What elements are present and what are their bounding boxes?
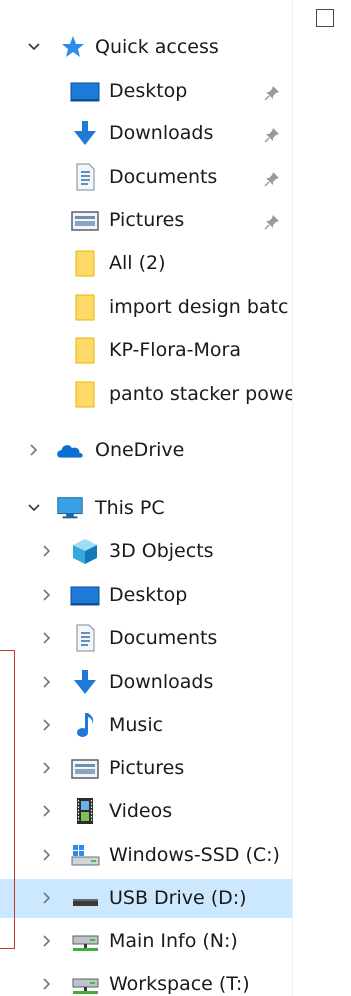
windows-drive-icon: [70, 841, 100, 869]
quick-access-item-desktop[interactable]: Desktop: [0, 72, 292, 111]
tree-item-label: Videos: [109, 800, 173, 822]
tree-item-label: Main Info (N:): [109, 930, 238, 952]
tree-item-label: This PC: [95, 497, 165, 519]
desktop-icon: [70, 582, 100, 610]
quick-access-item-folder[interactable]: panto stacker powe: [0, 375, 292, 414]
pin-icon[interactable]: [264, 84, 280, 101]
tree-item-label: USB Drive (D:): [109, 887, 247, 909]
tree-item-label: Desktop: [109, 584, 188, 606]
network-drive-icon: [70, 970, 100, 996]
tree-item-onedrive[interactable]: OneDrive: [0, 431, 292, 470]
chevron-right-icon[interactable]: [40, 934, 54, 948]
chevron-right-icon[interactable]: [27, 443, 41, 457]
chevron-right-icon[interactable]: [40, 544, 54, 558]
this-pc-item-videos[interactable]: Videos: [0, 792, 292, 831]
folder-icon: [70, 380, 100, 408]
tree-item-label: Workspace (T:): [109, 973, 250, 995]
quick-access-item-folder[interactable]: import design batc: [0, 288, 292, 327]
pin-icon[interactable]: [264, 213, 280, 230]
this-pc-item-main-info[interactable]: Main Info (N:): [0, 922, 292, 961]
tree-item-label: import design batc: [109, 296, 289, 318]
star-icon: [58, 33, 88, 61]
tree-item-label: Downloads: [109, 671, 214, 693]
downloads-icon: [70, 119, 100, 147]
chevron-right-icon[interactable]: [40, 675, 54, 689]
tree-item-label: Desktop: [109, 80, 188, 102]
navigation-pane: Quick access Desktop Downloads Documents: [0, 0, 292, 996]
tree-item-label: panto stacker powe: [109, 383, 292, 405]
tree-item-label: Pictures: [109, 209, 185, 231]
chevron-right-icon[interactable]: [40, 804, 54, 818]
quick-access-item-folder[interactable]: All (2): [0, 244, 292, 283]
this-pc-item-music[interactable]: Music: [0, 706, 292, 745]
this-pc-item-documents[interactable]: Documents: [0, 619, 292, 658]
pane-divider[interactable]: [292, 0, 293, 996]
network-drive-icon: [70, 927, 100, 955]
tree-item-label: 3D Objects: [109, 540, 214, 562]
quick-access-item-documents[interactable]: Documents: [0, 158, 292, 197]
music-icon: [70, 711, 100, 739]
folder-icon: [70, 293, 100, 321]
documents-icon: [70, 624, 100, 652]
tree-item-label: Pictures: [109, 757, 185, 779]
tree-item-label: KP-Flora-Mora: [109, 339, 241, 361]
tree-item-this-pc[interactable]: This PC: [0, 489, 292, 528]
tree-item-quick-access[interactable]: Quick access: [0, 28, 292, 67]
pin-icon[interactable]: [264, 170, 280, 187]
tree-item-label: All (2): [109, 252, 166, 274]
this-pc-item-pictures[interactable]: Pictures: [0, 749, 292, 788]
tree-item-label: Documents: [109, 627, 218, 649]
chevron-right-icon[interactable]: [40, 848, 54, 862]
folder-icon: [70, 336, 100, 364]
this-pc-item-workspace[interactable]: Workspace (T:): [0, 965, 292, 996]
quick-access-item-downloads[interactable]: Downloads: [0, 114, 292, 153]
chevron-down-icon[interactable]: [27, 501, 41, 515]
pictures-icon: [70, 207, 100, 235]
chevron-right-icon[interactable]: [40, 588, 54, 602]
pin-icon[interactable]: [264, 126, 280, 143]
tree-item-label: OneDrive: [95, 439, 185, 461]
3d-objects-icon: [70, 537, 100, 565]
downloads-icon: [70, 668, 100, 696]
tree-item-label: Documents: [109, 166, 218, 188]
chevron-right-icon[interactable]: [40, 761, 54, 775]
cloud-icon: [55, 437, 85, 465]
this-pc-item-3d-objects[interactable]: 3D Objects: [0, 532, 292, 571]
chevron-right-icon[interactable]: [40, 718, 54, 732]
quick-access-item-pictures[interactable]: Pictures: [0, 201, 292, 240]
this-pc-item-desktop[interactable]: Desktop: [0, 576, 292, 615]
usb-drive-icon: [70, 884, 100, 912]
tree-item-label: Windows-SSD (C:): [109, 844, 280, 866]
tree-item-label: Quick access: [95, 36, 219, 58]
chevron-right-icon[interactable]: [40, 891, 54, 905]
tree-item-label: Downloads: [109, 122, 214, 144]
chevron-right-icon[interactable]: [40, 977, 54, 991]
this-pc-item-usb-drive[interactable]: USB Drive (D:): [0, 879, 292, 918]
pictures-icon: [70, 755, 100, 783]
tree-item-label: Music: [109, 714, 164, 736]
quick-access-item-folder[interactable]: KP-Flora-Mora: [0, 331, 292, 370]
folder-icon: [70, 249, 100, 277]
chevron-down-icon[interactable]: [27, 40, 41, 54]
desktop-icon: [70, 78, 100, 106]
this-pc-item-downloads[interactable]: Downloads: [0, 663, 292, 702]
this-pc-item-windows-ssd[interactable]: Windows-SSD (C:): [0, 836, 292, 875]
chevron-right-icon[interactable]: [40, 631, 54, 645]
computer-icon: [55, 494, 85, 522]
highlight-frame: [0, 650, 15, 949]
select-all-checkbox[interactable]: [316, 9, 334, 27]
documents-icon: [70, 163, 100, 191]
videos-icon: [70, 797, 100, 825]
